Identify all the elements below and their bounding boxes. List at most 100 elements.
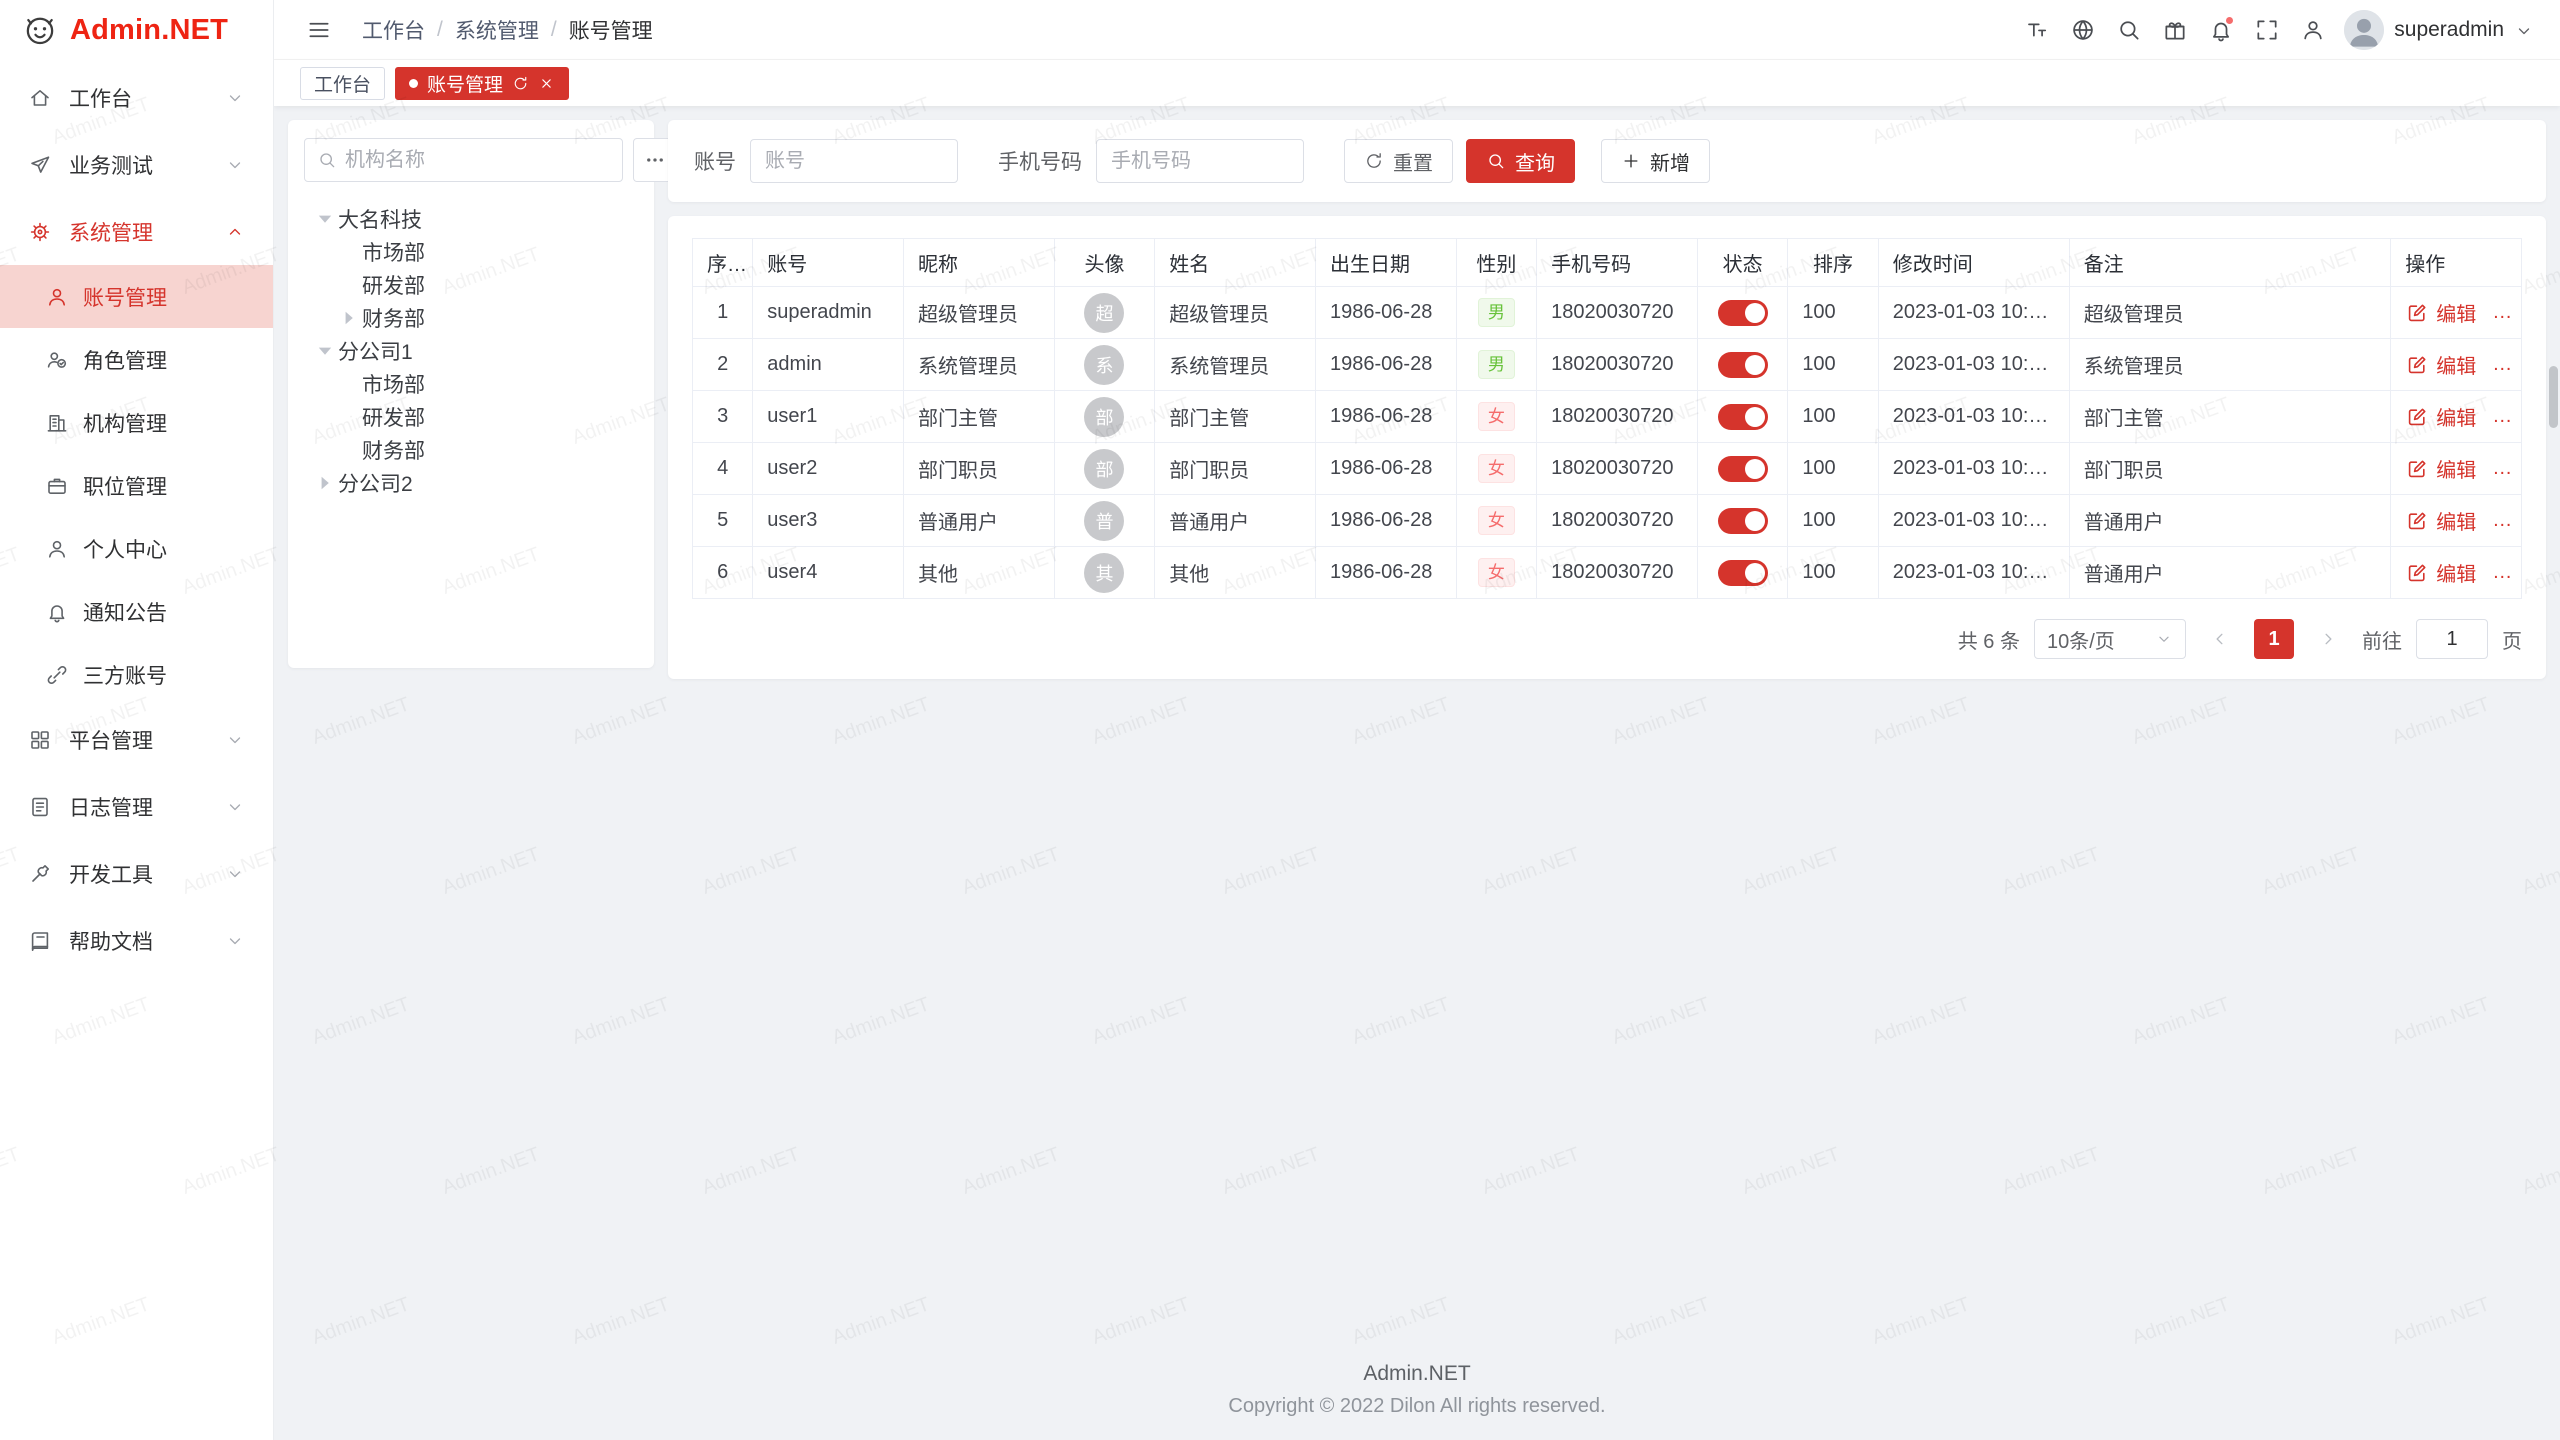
edit-button[interactable]: 编辑	[2405, 350, 2476, 379]
sidebar-subitem-3[interactable]: 职位管理	[0, 454, 273, 517]
cell-avatar: 普	[1054, 495, 1154, 547]
language-button[interactable]	[2062, 9, 2104, 51]
cell-actions: 编辑	[2391, 443, 2522, 495]
sidebar-subitem-4[interactable]: 个人中心	[0, 517, 273, 580]
status-toggle[interactable]	[1718, 456, 1768, 482]
sidebar-submenu: 账号管理角色管理机构管理职位管理个人中心通知公告三方账号	[0, 265, 273, 706]
tree-caret[interactable]	[336, 306, 362, 330]
tree-caret[interactable]	[312, 207, 338, 231]
cell-phone: 18020030720	[1537, 287, 1698, 339]
sidebar-item-3[interactable]: 平台管理	[0, 706, 273, 773]
sidebar-subitem-0[interactable]: 账号管理	[0, 265, 273, 328]
chevron-down-icon	[225, 931, 245, 951]
right-column: 账号 手机号码 重置 查询	[668, 120, 2546, 679]
edit-button[interactable]: 编辑	[2405, 558, 2476, 587]
sidebar-subitem-1[interactable]: 角色管理	[0, 328, 273, 391]
gender-tag: 女	[1478, 506, 1515, 535]
tab-1[interactable]: 账号管理	[395, 67, 569, 100]
cell-modified: 2023-01-03 10:59:44	[1878, 339, 2069, 391]
tree-caret[interactable]	[312, 471, 338, 495]
breadcrumb-item-workbench[interactable]: 工作台	[362, 15, 425, 45]
prev-page-button[interactable]	[2200, 619, 2240, 659]
edit-icon	[2405, 561, 2429, 585]
scrollbar-thumb[interactable]	[2549, 366, 2558, 428]
tree-node-label: 市场部	[362, 237, 425, 267]
tree-caret[interactable]	[312, 339, 338, 363]
tree-node-label: 分公司2	[338, 468, 413, 498]
add-button[interactable]: 新增	[1601, 139, 1710, 183]
edit-button[interactable]: 编辑	[2405, 506, 2476, 535]
cell-index: 1	[693, 287, 753, 339]
search-button[interactable]	[2108, 9, 2150, 51]
sidebar-subitem-5[interactable]: 通知公告	[0, 580, 273, 643]
cell-status	[1697, 547, 1787, 599]
cell-sort: 100	[1788, 339, 1878, 391]
font-size-button[interactable]	[2016, 9, 2058, 51]
table-header-row: 序号账号昵称头像姓名出生日期性别手机号码状态排序修改时间备注操作	[693, 239, 2522, 287]
app-root: Admin.NET 工作台业务测试系统管理账号管理角色管理机构管理职位管理个人中…	[0, 0, 2560, 1440]
sidebar-item-5[interactable]: 开发工具	[0, 840, 273, 907]
tree-node-5[interactable]: 市场部	[304, 367, 638, 400]
tree-node-0[interactable]: 大名科技	[304, 202, 638, 235]
sidebar-item-0[interactable]: 工作台	[0, 64, 273, 131]
next-page-button[interactable]	[2308, 619, 2348, 659]
status-toggle[interactable]	[1718, 352, 1768, 378]
sidebar-subitem-label: 机构管理	[83, 408, 167, 438]
reset-button[interactable]: 重置	[1344, 139, 1453, 183]
user-menu-chevron	[2514, 20, 2534, 40]
theme-button[interactable]	[2154, 9, 2196, 51]
status-toggle[interactable]	[1718, 560, 1768, 586]
refresh-icon[interactable]	[512, 75, 529, 92]
status-toggle[interactable]	[1718, 404, 1768, 430]
tree-node-1[interactable]: 市场部	[304, 235, 638, 268]
sidebar-subitem-6[interactable]: 三方账号	[0, 643, 273, 706]
cell-phone: 18020030720	[1537, 391, 1698, 443]
tree-node-6[interactable]: 研发部	[304, 400, 638, 433]
logo-text: Admin.NET	[70, 14, 228, 47]
cell-remark: 超级管理员	[2069, 287, 2391, 339]
breadcrumb-item-system[interactable]: 系统管理	[455, 15, 539, 45]
notification-button[interactable]	[2200, 9, 2242, 51]
tree-node-8[interactable]: 分公司2	[304, 466, 638, 499]
profile-button[interactable]	[2292, 9, 2334, 51]
sidebar-item-label: 开发工具	[69, 859, 153, 889]
tab-0[interactable]: 工作台	[300, 67, 385, 100]
phone-input[interactable]	[1096, 139, 1304, 183]
edit-button[interactable]: 编辑	[2405, 298, 2476, 327]
user-avatar: 普	[1084, 501, 1124, 541]
logo[interactable]: Admin.NET	[0, 0, 273, 60]
account-input[interactable]	[750, 139, 958, 183]
reset-label: 重置	[1393, 147, 1433, 176]
tree-node-2[interactable]: 研发部	[304, 268, 638, 301]
collapse-menu-button[interactable]	[298, 9, 340, 51]
cell-nickname: 部门主管	[904, 391, 1055, 443]
tree-node-label: 财务部	[362, 303, 425, 333]
cell-avatar: 系	[1054, 339, 1154, 391]
sidebar-item-4[interactable]: 日志管理	[0, 773, 273, 840]
tree-node-3[interactable]: 财务部	[304, 301, 638, 334]
user-menu[interactable]: superadmin	[2344, 10, 2534, 50]
tree-node-7[interactable]: 财务部	[304, 433, 638, 466]
cell-remark: 普通用户	[2069, 495, 2391, 547]
cell-name: 部门主管	[1155, 391, 1316, 443]
fullscreen-button[interactable]	[2246, 9, 2288, 51]
page-number-1[interactable]: 1	[2254, 619, 2294, 659]
sidebar-menu: 工作台业务测试系统管理账号管理角色管理机构管理职位管理个人中心通知公告三方账号平…	[0, 60, 273, 1440]
search-button[interactable]: 查询	[1466, 139, 1575, 183]
goto-page-input[interactable]	[2416, 619, 2488, 659]
tree-node-4[interactable]: 分公司1	[304, 334, 638, 367]
status-toggle[interactable]	[1718, 508, 1768, 534]
sidebar-item-1[interactable]: 业务测试	[0, 131, 273, 198]
tree-node-label: 研发部	[362, 270, 425, 300]
sidebar-item-6[interactable]: 帮助文档	[0, 907, 273, 974]
org-search-input[interactable]	[345, 149, 610, 172]
edit-button[interactable]: 编辑	[2405, 402, 2476, 431]
sidebar-item-2[interactable]: 系统管理	[0, 198, 273, 265]
cell-account: superadmin	[753, 287, 904, 339]
table-row-0: 1superadmin超级管理员超超级管理员1986-06-28男1802003…	[693, 287, 2522, 339]
page-size-select[interactable]: 10条/页	[2034, 619, 2186, 659]
sidebar-subitem-2[interactable]: 机构管理	[0, 391, 273, 454]
close-icon[interactable]	[538, 75, 555, 92]
edit-button[interactable]: 编辑	[2405, 454, 2476, 483]
status-toggle[interactable]	[1718, 300, 1768, 326]
